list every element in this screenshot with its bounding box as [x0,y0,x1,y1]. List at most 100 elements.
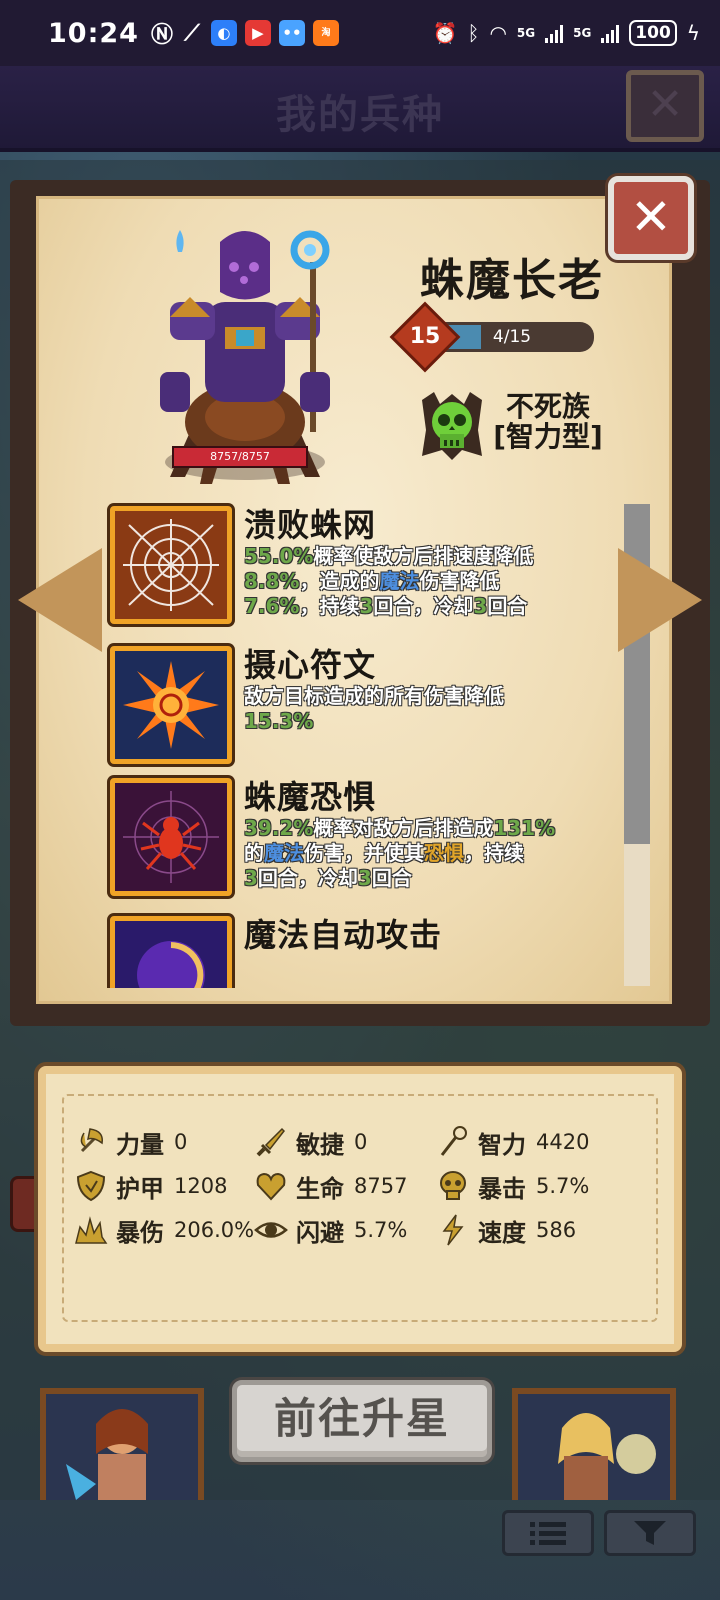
skill-text-segment: 恐惧 [424,841,464,865]
stat-skull: 暴击 5.7% [436,1166,589,1206]
skill-text-segment: 的 [244,841,264,865]
stat-label: 生命 [296,1174,344,1203]
stat-value: 1208 [174,1174,228,1198]
skill-description: 敌方目标造成的所有伤害降低 15.3% [244,684,616,734]
skill-text-segment: 敌方目标造成的所有伤害降低 [244,684,504,708]
stat-value: 0 [174,1130,188,1154]
unit-thumbnail-right [518,1394,670,1500]
race-label: 不死族 [智力型] [488,392,608,452]
skill-text-segment: 魔法 [264,841,304,865]
filter-button[interactable] [604,1510,696,1556]
spider-web-icon [110,506,232,624]
magic-attack-icon [110,916,232,988]
stat-burst: 暴伤 206.0% [74,1210,254,1250]
skill-text-segment: 概率对敌方后排造成 [313,816,494,840]
axe-icon [74,1125,108,1159]
skill-description-line: 3回合，冷却3回合 [244,866,616,891]
stat-sword: 敏捷 0 [254,1122,367,1162]
skill-text-segment: 3 [473,594,488,618]
skill-description: 39.2%概率对敌方后排造成131% 的魔法伤害，并使其恐惧，持续 3回合，冷却3回… [244,816,616,891]
previous-unit-arrow-icon[interactable] [18,548,102,652]
race-name: 不死族 [505,390,590,423]
filter-icon [634,1521,666,1545]
skill-text-segment: 15.3% [244,709,314,733]
skill-text-segment: 7.6% [244,594,300,618]
skill-text-segment: 回合，冷却 [257,866,358,890]
stat-label: 护甲 [116,1174,164,1203]
notification-icons: Ⓝ ⟋ ◐ ▶ •• 淘 [150,20,339,48]
skill-text-segment: 魔法 [379,569,420,593]
stat-value: 586 [536,1218,577,1242]
stat-shield: 护甲 1208 [74,1166,227,1206]
hp-bar: 8757/8757 [172,446,308,468]
spiral-rune-icon [110,646,232,764]
stat-label: 速度 [478,1218,526,1247]
skill-text-segment: ，持续 [464,841,524,865]
skill-text-segment: 伤害，并使其 [304,841,424,865]
stat-label: 暴伤 [116,1218,164,1247]
attribute-type: [智力型] [493,420,603,453]
skill-list[interactable]: 溃败蛛网 55.0%概率使敌方后排速度降低 8.8%，造成的魔法伤害降低 7.6%，… [106,500,616,988]
network-type-2: 5G [573,26,592,40]
skill-description-line: 7.6%，持续3回合，冷却3回合 [244,594,616,619]
skill-text-segment: 3 [357,866,372,890]
list-icon [530,1522,566,1545]
unit-card-left[interactable] [40,1388,204,1500]
skill-name: 魔法自动攻击 [244,916,443,954]
go-upgrade-star-button[interactable]: 前往升星 [232,1380,492,1462]
sword-icon [254,1125,288,1159]
card-close-button[interactable]: ✕ [608,176,694,260]
skill-text-segment: 3 [244,866,258,890]
unit-thumbnail-left [46,1394,198,1500]
stat-value: 8757 [354,1174,408,1198]
skill-text-segment: 131% [493,816,556,840]
skill-description-line: 39.2%概率对敌方后排造成131% [244,816,616,841]
spider-fear-icon [110,778,232,896]
bluetooth-icon: ᛒ [467,21,480,45]
unit-card-right[interactable] [512,1388,676,1500]
signal-bars-1-icon [545,23,564,43]
list-view-button[interactable] [502,1510,594,1556]
star-progress-text: 4/15 [492,327,532,347]
heart-icon [254,1169,288,1203]
status-time: 10:24 [48,17,139,49]
stat-label: 暴击 [478,1174,526,1203]
next-unit-arrow-icon[interactable] [618,548,702,652]
eye-icon [254,1213,288,1247]
nfc-icon: Ⓝ [150,23,173,48]
burst-icon [74,1213,108,1247]
stat-lightning: 速度 586 [436,1210,576,1250]
skill-description-line: 15.3% [244,709,616,734]
skill-name: 溃败蛛网 [244,506,377,544]
page-title: 我的兵种 [276,92,444,138]
level-number: 15 [409,324,441,349]
system-indicators: ⏰ ᛒ ◠ 5G 5G 100 ϟ [433,20,700,46]
skill-name: 蛛魔恐惧 [244,778,377,816]
stat-label: 智力 [478,1130,526,1159]
skill-text-segment: 概率使敌方后排速度降低 [313,544,534,568]
skill-description-line: 的魔法伤害，并使其恐惧，持续 [244,841,616,866]
link-icon: ⟋ [184,20,200,46]
chat-app-icon: •• [278,20,305,46]
skill-description: 55.0%概率使敌方后排速度降低 8.8%，造成的魔法伤害降低 7.6%，持续3回合… [244,544,616,619]
close-icon[interactable]: ✕ [626,70,704,142]
stat-axe: 力量 0 [74,1122,187,1162]
skill-text-segment: 55.0% [244,544,314,568]
video-app-icon: ▶ [244,20,271,46]
app-header: 我的兵种 [0,66,720,152]
stat-value: 0 [354,1130,368,1154]
skill-name: 摄心符文 [244,646,377,684]
skill-text-segment: 回合，冷却 [373,594,474,618]
shield-icon [74,1169,108,1203]
skill-description-line: 55.0%概率使敌方后排速度降低 [244,544,616,569]
lightning-icon [436,1213,470,1247]
status-bar: 10:24 Ⓝ ⟋ ◐ ▶ •• 淘 ⏰ ᛒ ◠ 5G 5G 100 ϟ [0,0,720,66]
skill-description-line: 敌方目标造成的所有伤害降低 [244,684,616,709]
skill-text-segment: 3 [359,594,374,618]
network-type-1: 5G [516,26,536,40]
skill-text-segment: ，造成的 [299,569,380,593]
charging-icon: ϟ [686,21,700,45]
signal-bars-2-icon [601,23,620,43]
app-notification-icon: ◐ [210,20,237,46]
stat-value: 206.0% [174,1218,255,1242]
